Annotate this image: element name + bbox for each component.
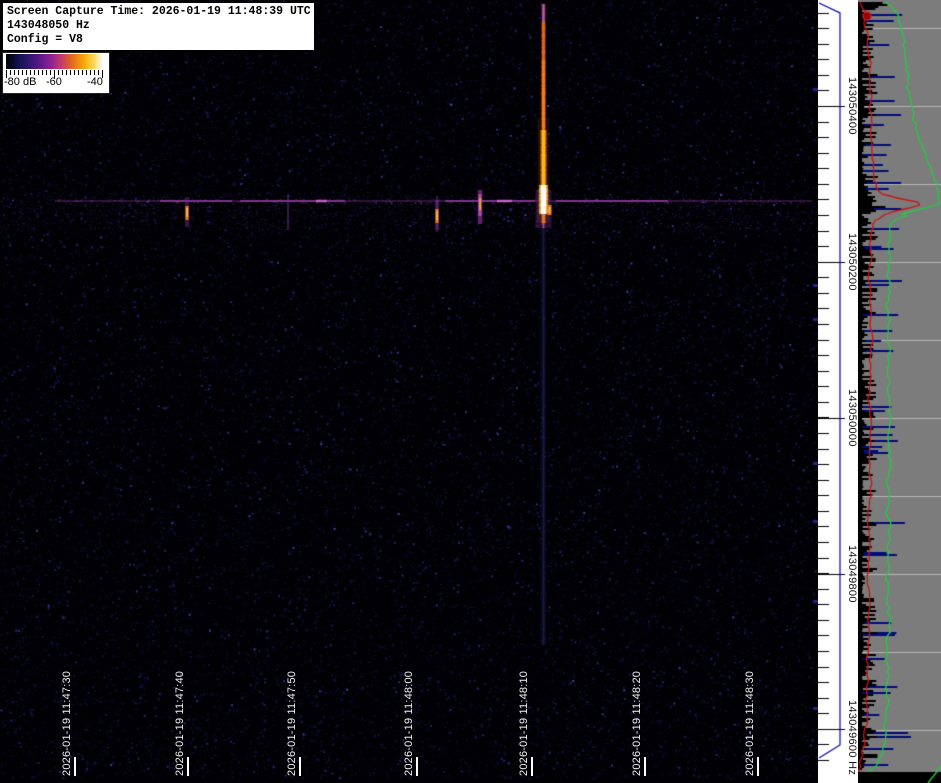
colorbar-tick <box>42 70 43 75</box>
freq-label: 143049600 Hz <box>846 700 858 776</box>
time-label: 2026-01-19 11:48:20 <box>631 670 643 776</box>
colorbar-tick <box>50 70 51 75</box>
colorbar-tick <box>22 70 23 75</box>
waterfall-spectrogram <box>0 0 818 783</box>
time-tick <box>187 757 189 776</box>
colorbar-gradient <box>6 54 106 69</box>
colorbar-tick <box>98 70 99 75</box>
time-label: 2026-01-19 11:48:00 <box>403 670 415 776</box>
colorbar-tick <box>94 70 95 75</box>
colorbar-tick <box>66 70 67 75</box>
colorbar-tick <box>30 70 31 75</box>
colorbar-tick <box>62 70 63 75</box>
colorbar-tick <box>26 70 27 75</box>
time-label: 2026-01-19 11:47:40 <box>174 670 186 776</box>
spectrum-lab-window: Screen Capture Time: 2026-01-19 11:48:39… <box>0 0 941 783</box>
colorbar-tick <box>78 70 79 75</box>
colorbar-tick <box>10 70 11 75</box>
colorbar-tick <box>14 70 15 75</box>
time-label: 2026-01-19 11:47:30 <box>61 670 73 776</box>
time-label: 2026-01-19 11:48:10 <box>518 670 530 776</box>
spectrum-graph-panel <box>858 0 941 783</box>
time-tick <box>644 757 646 776</box>
time-label: 2026-01-19 11:47:50 <box>286 670 298 776</box>
time-tick <box>299 757 301 776</box>
time-tick <box>757 757 759 776</box>
colorbar-tick <box>38 70 39 75</box>
freq-label: 143050200 <box>846 233 858 291</box>
colorbar-tick <box>82 70 83 75</box>
time-tick <box>416 757 418 776</box>
colorbar-tick <box>58 70 59 75</box>
colorbar-tick <box>34 70 35 75</box>
colorbar-tick <box>70 70 71 75</box>
capture-time-text: Screen Capture Time: 2026-01-19 11:48:39… <box>7 5 311 18</box>
colorbar-tick <box>18 70 19 75</box>
time-tick <box>531 757 533 776</box>
time-label: 2026-01-19 11:48:30 <box>744 670 756 776</box>
colorbar-label-min: -80 dB <box>4 76 37 88</box>
capture-info-box: Screen Capture Time: 2026-01-19 11:48:39… <box>2 2 315 51</box>
colorbar-label-mid: -60 <box>46 76 62 88</box>
colorbar-tick <box>90 70 91 75</box>
config-text: Config = V8 <box>7 33 83 46</box>
colorbar-tick <box>46 70 47 75</box>
freq-label: 143049800 <box>846 545 858 603</box>
time-tick <box>74 757 76 776</box>
colorbar-label-max: -40 <box>87 76 103 88</box>
colorbar-tick <box>74 70 75 75</box>
freq-label: 143050000 <box>846 389 858 447</box>
freq-label: 143050400 <box>846 77 858 135</box>
center-frequency-text: 143048050 Hz <box>7 19 90 32</box>
colorbar-tick <box>86 70 87 75</box>
amplitude-colorbar: -80 dB -60 -40 <box>2 52 110 94</box>
